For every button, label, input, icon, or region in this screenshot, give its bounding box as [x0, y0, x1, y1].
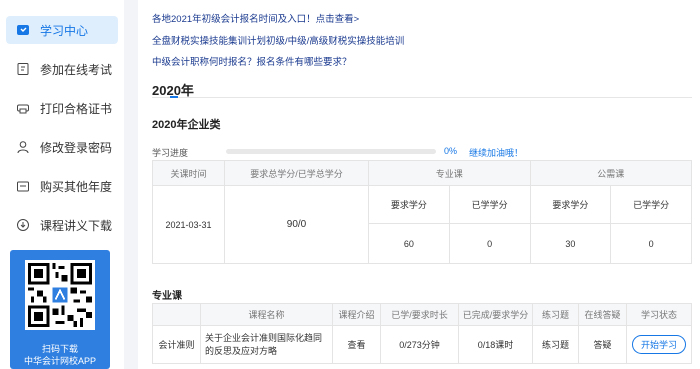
course-category: 会计准则	[152, 325, 201, 364]
course-duration: 0/273分钟	[380, 325, 459, 364]
printer-icon	[16, 101, 30, 115]
col-header: 在线答疑	[578, 303, 627, 326]
close-time: 2021-03-31	[152, 185, 225, 264]
pub-required: 30	[529, 223, 612, 264]
course-credit: 0/18课时	[458, 325, 533, 364]
col-header: 课程名称	[200, 303, 333, 326]
qr-app-name: 中华会计网校APP	[23, 356, 96, 366]
col-header: 学习状态	[626, 303, 692, 326]
category-title: 2020年企业类	[152, 119, 221, 131]
sidebar-item-print-certificate[interactable]: 打印合格证书	[6, 94, 118, 122]
sidebar-item-online-exam[interactable]: 参加在线考试	[6, 55, 118, 83]
main-content: 各地2021年初级会计报名时间及入口！点击查看> 全盘财税实操技能集训计划初级/…	[138, 0, 700, 369]
sidebar-item-learning-center[interactable]: 学习中心	[6, 16, 118, 44]
col-header: 专业课	[368, 160, 531, 186]
status-cell: 开始学习	[626, 325, 692, 364]
sidebar: 学习中心 参加在线考试 打印合格证书 修改登录密码 购买其他年度 课程讲义下载	[0, 0, 124, 369]
summary-table: 关课时间 要求总学分/已学总学分 专业课 公需课 2021-03-31 90/0…	[152, 160, 692, 264]
sidebar-item-label: 课程讲义下载	[40, 218, 113, 233]
qa-link[interactable]: 答疑	[578, 325, 627, 364]
table-row: 会计准则 关于企业会计准则国际化趋同的反思及应对方略 查看 0/273分钟 0/…	[152, 325, 692, 364]
col-header: 已完成/要求学分	[458, 303, 533, 326]
section-title: 专业课	[152, 291, 182, 302]
col-header: 关课时间	[152, 160, 225, 186]
sidebar-item-change-password[interactable]: 修改登录密码	[6, 133, 118, 161]
sub-header: 已学学分	[610, 185, 692, 224]
sidebar-item-buy-other-year[interactable]: 购买其他年度	[6, 172, 118, 200]
app-download-banner[interactable]: 扫码下载 中华会计网校APP	[10, 250, 110, 369]
col-header: 要求总学分/已学总学分	[224, 160, 369, 186]
course-intro-link[interactable]: 查看	[332, 325, 381, 364]
sidebar-item-label: 学习中心	[40, 23, 89, 38]
news-link[interactable]: 各地2021年初级会计报名时间及入口！点击查看>	[152, 11, 359, 25]
exam-icon	[16, 62, 30, 76]
col-header: 已学/要求时长	[380, 303, 459, 326]
progress-percent: 0%	[444, 146, 458, 156]
col-header: 练习题	[532, 303, 579, 326]
cart-icon	[16, 179, 30, 193]
user-icon	[16, 140, 30, 154]
qr-code	[25, 260, 95, 330]
pub-done: 0	[610, 223, 692, 264]
download-icon	[16, 218, 30, 232]
year-underline	[170, 96, 178, 98]
progress-label: 学习进度	[152, 148, 189, 158]
news-link[interactable]: 中级会计职称何时报名？报名条件有哪些要求？	[152, 54, 352, 68]
col-header	[152, 303, 201, 326]
progress-bar	[226, 149, 436, 154]
exercise-link[interactable]: 练习题	[532, 325, 579, 364]
start-learning-button[interactable]: 开始学习	[631, 335, 686, 354]
sidebar-item-label: 参加在线考试	[40, 62, 113, 77]
sidebar-item-label: 购买其他年度	[40, 179, 113, 194]
col-header: 课程介绍	[332, 303, 381, 326]
sidebar-item-label: 打印合格证书	[40, 101, 113, 116]
pro-required: 60	[368, 223, 450, 264]
sub-header: 要求学分	[368, 185, 450, 224]
divider	[152, 97, 692, 98]
course-name[interactable]: 关于企业会计准则国际化趋同的反思及应对方略	[200, 325, 333, 364]
news-link[interactable]: 全盘财税实操技能集训计划初级/中级/高级财税实操技能培训	[152, 33, 404, 47]
course-table: 课程名称 课程介绍 已学/要求时长 已完成/要求学分 练习题 在线答疑 学习状态…	[152, 303, 692, 364]
learning-icon	[16, 23, 30, 37]
sub-header: 已学学分	[448, 185, 531, 224]
sidebar-item-label: 修改登录密码	[40, 140, 113, 155]
credits-total: 90/0	[224, 185, 369, 264]
col-header: 公需课	[529, 160, 692, 186]
sidebar-item-download-handouts[interactable]: 课程讲义下载	[6, 211, 118, 239]
progress-encouragement: 继续加油哦！	[469, 148, 524, 158]
sub-header: 要求学分	[529, 185, 612, 224]
pro-done: 0	[448, 223, 531, 264]
